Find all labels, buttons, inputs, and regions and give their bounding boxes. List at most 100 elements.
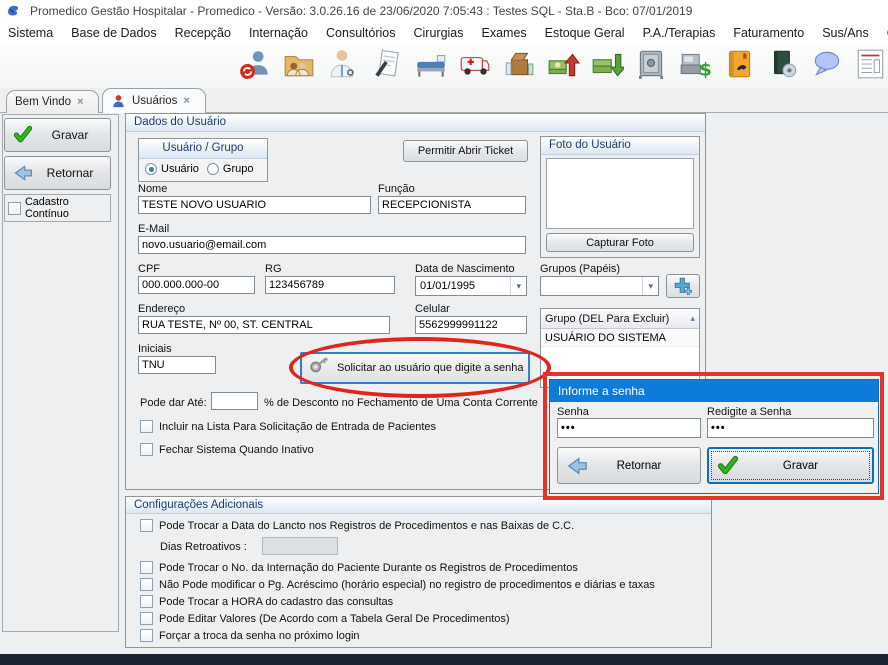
- left-sidebar: [2, 114, 119, 632]
- hospital-bed-icon[interactable]: [414, 45, 449, 83]
- money-out-icon[interactable]: [590, 45, 625, 83]
- report-form-icon[interactable]: [853, 45, 888, 83]
- grupo-list-header[interactable]: Grupo (DEL Para Excluir) ▴: [541, 309, 699, 329]
- check-icon: [13, 125, 33, 145]
- gravar-button[interactable]: Gravar: [4, 118, 111, 152]
- tab-close-icon[interactable]: ×: [183, 95, 189, 107]
- dialog-retornar-button[interactable]: Retornar: [557, 447, 701, 484]
- tipo-usuario-box: Usuário / Grupo Usuário Grupo: [138, 138, 268, 182]
- solicitar-senha-button[interactable]: Solicitar ao usuário que digite a senha: [300, 352, 530, 384]
- solicitar-senha-label: Solicitar ao usuário que digite a senha: [337, 362, 524, 374]
- radio-usuario[interactable]: [145, 163, 157, 175]
- grupos-label: Grupos (Papéis): [540, 263, 620, 275]
- checkbox-icon[interactable]: [140, 629, 153, 642]
- prescription-icon[interactable]: [370, 45, 405, 83]
- tab-close-icon[interactable]: ×: [77, 96, 83, 108]
- menu-item-cirurgias[interactable]: Cirurgias: [414, 26, 464, 40]
- redigite-senha-input[interactable]: [707, 418, 874, 438]
- config-check-troca-senha[interactable]: Forçar a troca da senha no próximo login: [140, 629, 360, 642]
- menu-item-recepcao[interactable]: Recepção: [175, 26, 231, 40]
- config-check-data-lancto-label: Pode Trocar a Data do Lancto nos Registr…: [159, 520, 574, 532]
- dias-retroativos-input: [262, 537, 338, 555]
- money-in-icon[interactable]: [546, 45, 581, 83]
- chevron-down-icon[interactable]: ▾: [510, 277, 526, 295]
- menu-item-internacao[interactable]: Internação: [249, 26, 308, 40]
- config-check-internacao-label: Pode Trocar o No. da Internação do Pacie…: [159, 562, 578, 574]
- foto-preview: [546, 158, 694, 229]
- checkbox-icon[interactable]: [140, 578, 153, 591]
- ambulance-icon[interactable]: [458, 45, 493, 83]
- menu-item-pa-terapias[interactable]: P.A./Terapias: [643, 26, 716, 40]
- menu-item-faturamento[interactable]: Faturamento: [733, 26, 804, 40]
- toolbar: $: [0, 43, 888, 88]
- checkbox-icon[interactable]: [140, 519, 153, 532]
- funcao-input[interactable]: [378, 196, 526, 214]
- fechar-sistema-label: Fechar Sistema Quando Inativo: [159, 444, 314, 456]
- checkbox-icon[interactable]: [140, 595, 153, 608]
- celular-label: Celular: [415, 303, 450, 315]
- tab-usuarios[interactable]: Usuários ×: [102, 88, 206, 113]
- menu-item-base-de-dados[interactable]: Base de Dados: [71, 26, 156, 40]
- menu-item-estoque-geral[interactable]: Estoque Geral: [545, 26, 625, 40]
- cadastro-continuo-checkbox[interactable]: Cadastro Contínuo: [4, 194, 111, 222]
- checkbox-icon[interactable]: [140, 420, 153, 433]
- menu-item-sus-ans[interactable]: Sus/Ans: [822, 26, 869, 40]
- config-check-data-lancto[interactable]: Pode Trocar a Data do Lancto nos Registr…: [140, 519, 574, 532]
- fechar-sistema-checkbox[interactable]: Fechar Sistema Quando Inativo: [140, 443, 314, 456]
- config-check-acrescimo[interactable]: Não Pode modificar o Pg. Acréscimo (horá…: [140, 578, 655, 591]
- email-input[interactable]: [138, 236, 526, 254]
- radio-grupo[interactable]: [207, 163, 219, 175]
- config-check-internacao[interactable]: Pode Trocar o No. da Internação do Pacie…: [140, 561, 578, 574]
- key-icon: [308, 356, 332, 380]
- funcao-label: Função: [378, 183, 415, 195]
- celular-input[interactable]: [415, 316, 527, 334]
- tab-bem-vindo[interactable]: Bem Vindo ×: [6, 90, 99, 113]
- config-check-hora-label: Pode Trocar a HORA do cadastro das consu…: [159, 596, 393, 608]
- checkbox-icon[interactable]: [140, 443, 153, 456]
- cadastro-continuo-label: Cadastro Contínuo: [25, 196, 110, 220]
- add-group-button[interactable]: [666, 274, 700, 298]
- iniciais-label: Iniciais: [138, 343, 172, 355]
- endereco-input[interactable]: [138, 316, 390, 334]
- sync-users-icon[interactable]: [238, 45, 273, 83]
- incluir-lista-checkbox[interactable]: Incluir na Lista Para Solicitação de Ent…: [140, 420, 436, 433]
- sort-asc-icon[interactable]: ▴: [690, 313, 695, 324]
- rg-input[interactable]: [265, 276, 395, 294]
- add-plus-icon: [673, 276, 693, 296]
- checkbox-icon[interactable]: [140, 561, 153, 574]
- capturar-foto-button[interactable]: Capturar Foto: [546, 233, 694, 252]
- grupos-combo[interactable]: ▾: [540, 276, 659, 296]
- senha-label: Senha: [557, 406, 589, 418]
- app-logo-icon: [6, 3, 22, 19]
- chat-bubble-icon[interactable]: [809, 45, 844, 83]
- checkbox-icon[interactable]: [8, 202, 21, 215]
- nome-input[interactable]: [138, 196, 371, 214]
- config-check-valores[interactable]: Pode Editar Valores (De Acordo com a Tab…: [140, 612, 510, 625]
- tipo-usuario-radios: Usuário Grupo: [139, 159, 267, 179]
- patients-folder-icon[interactable]: [282, 45, 317, 83]
- chevron-down-icon[interactable]: ▾: [642, 277, 658, 295]
- permitir-abrir-ticket-button[interactable]: Permitir Abrir Ticket: [403, 140, 528, 162]
- retornar-button[interactable]: Retornar: [4, 156, 111, 190]
- iniciais-input[interactable]: [138, 356, 216, 374]
- stock-box-icon[interactable]: [502, 45, 537, 83]
- config-check-hora[interactable]: Pode Trocar a HORA do cadastro das consu…: [140, 595, 393, 608]
- bottom-status-bar: [0, 654, 888, 665]
- menu-item-consultorios[interactable]: Consultórios: [326, 26, 395, 40]
- desconto-input[interactable]: [211, 392, 258, 410]
- cash-register-icon[interactable]: $: [677, 45, 712, 83]
- senha-input[interactable]: [557, 418, 701, 438]
- doctor-icon[interactable]: [326, 45, 361, 83]
- safe-icon[interactable]: [633, 45, 668, 83]
- menu-item-exames[interactable]: Exames: [482, 26, 527, 40]
- grupo-list-item[interactable]: USUÁRIO DO SISTEMA: [541, 329, 699, 347]
- phone-book-icon[interactable]: [721, 45, 756, 83]
- menu-item-sistema[interactable]: Sistema: [8, 26, 53, 40]
- back-arrow-icon: [13, 163, 33, 183]
- cpf-input[interactable]: [138, 276, 255, 294]
- manual-cd-icon[interactable]: [765, 45, 800, 83]
- nascimento-combo[interactable]: 01/01/1995 ▾: [415, 276, 527, 296]
- checkbox-icon[interactable]: [140, 612, 153, 625]
- check-icon: [717, 455, 739, 477]
- dialog-gravar-button[interactable]: Gravar: [707, 447, 874, 484]
